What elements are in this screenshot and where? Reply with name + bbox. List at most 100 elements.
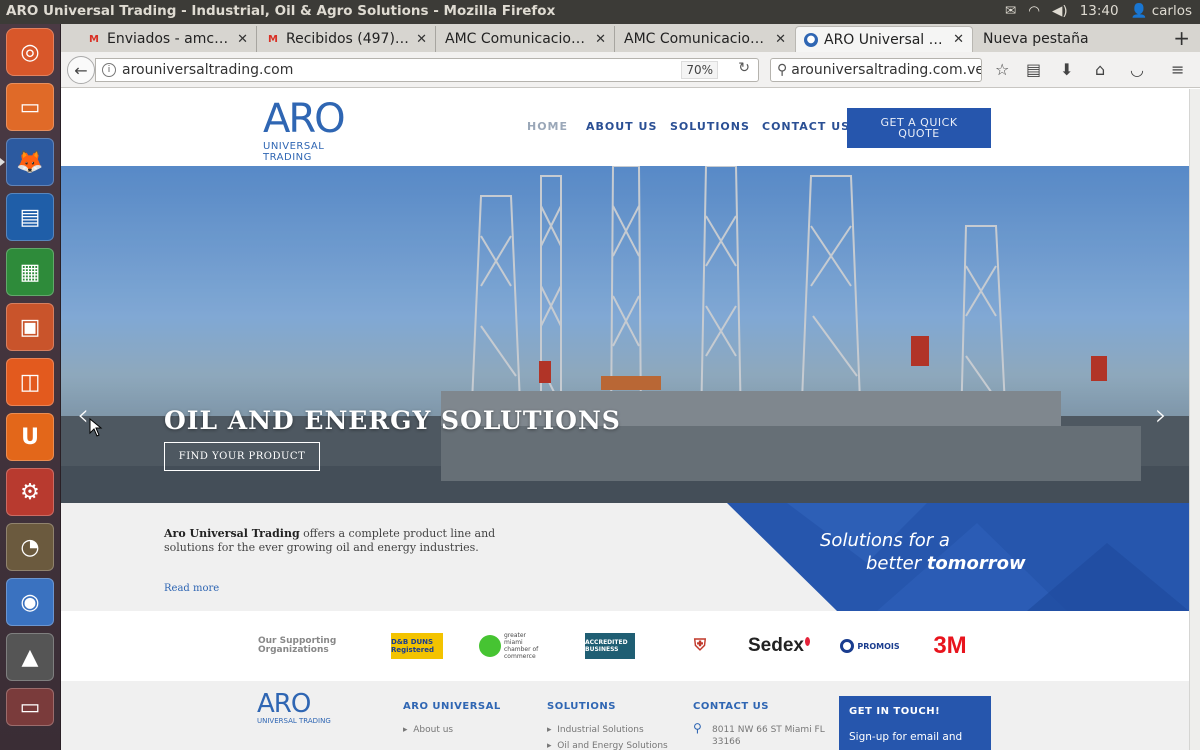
intro-section: Aro Universal Trading offers a complete … xyxy=(61,503,1189,611)
close-tab-icon[interactable]: ✕ xyxy=(953,32,964,47)
footer-about-label: About us xyxy=(413,725,454,735)
software-center-icon[interactable]: ◫ xyxy=(6,358,54,406)
get-quote-button[interactable]: GET A QUICK QUOTE xyxy=(847,108,991,148)
partner-3m-logo[interactable]: 3M xyxy=(927,632,973,659)
firefox-icon[interactable]: 🦊 xyxy=(6,138,54,186)
close-tab-icon[interactable]: ✕ xyxy=(237,32,248,47)
bookmark-star-icon[interactable]: ☆ xyxy=(995,60,1009,79)
gimp-icon[interactable]: ◔ xyxy=(6,523,54,571)
chamber-circle-icon xyxy=(479,635,501,657)
footer-industrial-link[interactable]: ▸ Industrial Solutions xyxy=(547,725,644,735)
reload-icon[interactable]: ↻ xyxy=(738,60,750,76)
info-icon[interactable]: i xyxy=(102,63,116,77)
find-product-button[interactable]: FIND YOUR PRODUCT xyxy=(164,442,320,471)
partner-bbb-logo[interactable]: ACCREDITED BUSINESS xyxy=(585,633,635,659)
intro-text: Aro Universal Trading offers a complete … xyxy=(164,527,504,555)
download-icon[interactable]: ⬇ xyxy=(1060,60,1073,79)
site-header: ARO UNIVERSAL TRADING HOME ABOUT US SOLU… xyxy=(61,89,1189,166)
logo-wordmark: ARO xyxy=(263,96,346,142)
footer-address-1: 8011 NW 66 ST Miami FL xyxy=(712,725,825,735)
inkscape-icon[interactable]: ▲ xyxy=(6,633,54,681)
impress-icon[interactable]: ▣ xyxy=(6,303,54,351)
footer-oil-link[interactable]: ▸ Oil and Energy Solutions xyxy=(547,741,668,750)
user-icon: 👤 xyxy=(1130,3,1148,19)
nav-about-label: ABOUT US xyxy=(586,120,658,133)
partners-strip: Our Supporting Organizations D&B DUNS Reg… xyxy=(61,611,1189,681)
tab-label: Nueva pestaña xyxy=(983,31,1089,47)
hero-title: OIL AND ENERGY SOLUTIONS xyxy=(164,406,621,435)
url-bar[interactable]: i arouniversaltrading.com 70% ↻ xyxy=(95,58,759,82)
footer-industrial-label: Industrial Solutions xyxy=(557,725,644,735)
system-tray: ✉ ◠ ◀) 13:40 👤 carlos xyxy=(1005,3,1192,19)
volume-icon[interactable]: ◀) xyxy=(1052,3,1068,19)
footer-logo[interactable]: ARO UNIVERSAL TRADING xyxy=(257,691,331,725)
nav-solutions-label: SOLUTIONS xyxy=(670,120,750,133)
zoom-indicator[interactable]: 70% xyxy=(681,61,718,79)
slogan-line-1: Solutions for a xyxy=(820,530,950,551)
reading-list-icon[interactable]: ▤ xyxy=(1026,60,1041,79)
footer-logo-wordmark: ARO xyxy=(257,689,311,719)
ubuntu-dash-icon[interactable]: ◎ xyxy=(6,28,54,76)
nav-contact-us[interactable]: CONTACT US xyxy=(762,120,850,133)
tab-amc-1[interactable]: AMC Comunicacione... ✕ xyxy=(437,26,615,52)
globe-icon: ● xyxy=(804,32,818,47)
partner-bbb-text: ACCREDITED BUSINESS xyxy=(585,639,628,653)
web-page: ARO UNIVERSAL TRADING HOME ABOUT US SOLU… xyxy=(61,89,1189,750)
nav-home[interactable]: HOME xyxy=(527,120,568,133)
settings-icon[interactable]: ⚙ xyxy=(6,468,54,516)
partner-chamber-crest-logo[interactable]: ⛨ xyxy=(684,629,716,661)
close-tab-icon[interactable]: ✕ xyxy=(416,32,427,47)
home-icon[interactable]: ⌂ xyxy=(1095,60,1105,79)
partner-dnb-logo[interactable]: D&B DUNS Registered xyxy=(391,633,443,659)
chromium-icon[interactable]: ◉ xyxy=(6,578,54,626)
page-scrollbar[interactable] xyxy=(1189,89,1200,750)
tab-nueva-pestana[interactable]: Nueva pestaña xyxy=(975,26,1135,52)
footer-logo-subtitle: UNIVERSAL TRADING xyxy=(257,717,331,725)
slider-prev-icon[interactable]: ‹ xyxy=(77,398,89,433)
site-footer: ARO UNIVERSAL TRADING ARO UNIVERSAL ▸ Ab… xyxy=(61,681,1189,750)
calc-icon[interactable]: ▦ xyxy=(6,248,54,296)
writer-icon[interactable]: ▤ xyxy=(6,193,54,241)
partner-sedex-logo[interactable]: Sedex xyxy=(748,633,810,659)
footer-col-aro-title: ARO UNIVERSAL xyxy=(403,701,501,712)
search-bar[interactable]: ⚲ arouniversaltrading.com.ve/ → xyxy=(770,58,982,82)
nav-about-us[interactable]: ABOUT US xyxy=(586,120,657,133)
workspace-icon[interactable]: ▭ xyxy=(6,688,54,726)
back-arrow-icon[interactable]: ← xyxy=(67,56,95,84)
tab-label: AMC Comunicacione... xyxy=(624,31,770,47)
ubuntu-one-icon[interactable]: U xyxy=(6,413,54,461)
slogan-bold: tomorrow xyxy=(926,553,1026,574)
nav-solutions[interactable]: SOLUTIONS xyxy=(670,120,750,133)
aro-logo[interactable]: ARO UNIVERSAL TRADING xyxy=(263,96,373,163)
files-icon[interactable]: ▭ xyxy=(6,83,54,131)
tab-aro-universal[interactable]: ● ARO Universal Tr... ✕ xyxy=(795,26,973,52)
user-menu[interactable]: 👤 carlos xyxy=(1131,3,1192,19)
footer-about-link[interactable]: ▸ About us xyxy=(403,725,453,735)
wifi-icon[interactable]: ◠ xyxy=(1028,3,1040,19)
slogan-line-2: better tomorrow xyxy=(866,553,1026,574)
close-tab-icon[interactable]: ✕ xyxy=(775,32,786,47)
pocket-icon[interactable]: ◡ xyxy=(1130,60,1144,79)
location-pin-icon: ⚲ xyxy=(693,721,702,735)
promois-circle-icon xyxy=(840,639,855,653)
tab-recibidos[interactable]: M Recibidos (497) - ... ✕ xyxy=(258,26,436,52)
tab-enviados[interactable]: M Enviados - amcco... ✕ xyxy=(79,26,257,52)
tab-label: Recibidos (497) - ... xyxy=(286,31,411,47)
navigation-toolbar: ← i arouniversaltrading.com 70% ↻ ⚲ arou… xyxy=(61,52,1200,88)
mail-icon[interactable]: ✉ xyxy=(1005,3,1016,19)
partner-promois-logo[interactable]: PROMOIS xyxy=(839,633,901,659)
company-name: Aro Universal Trading xyxy=(164,527,300,540)
new-tab-plus-icon[interactable]: + xyxy=(1173,26,1190,50)
tab-strip: M Enviados - amcco... ✕ M Recibidos (497… xyxy=(61,24,1200,52)
newsletter-text: Sign-up for email and xyxy=(849,731,963,743)
clock[interactable]: 13:40 xyxy=(1080,3,1119,19)
tab-amc-2[interactable]: AMC Comunicacione... ✕ xyxy=(616,26,794,52)
slider-next-icon[interactable]: › xyxy=(1155,398,1167,433)
partner-promois-text: PROMOIS xyxy=(857,641,900,651)
read-more-link[interactable]: Read more xyxy=(164,583,219,594)
close-tab-icon[interactable]: ✕ xyxy=(595,32,606,47)
url-text: arouniversaltrading.com xyxy=(122,62,294,78)
menu-icon[interactable]: ≡ xyxy=(1171,60,1184,79)
partner-miami-chamber-logo[interactable]: greater miami chamber of commerce xyxy=(479,632,541,660)
newsletter-title: GET IN TOUCH! xyxy=(849,706,941,717)
